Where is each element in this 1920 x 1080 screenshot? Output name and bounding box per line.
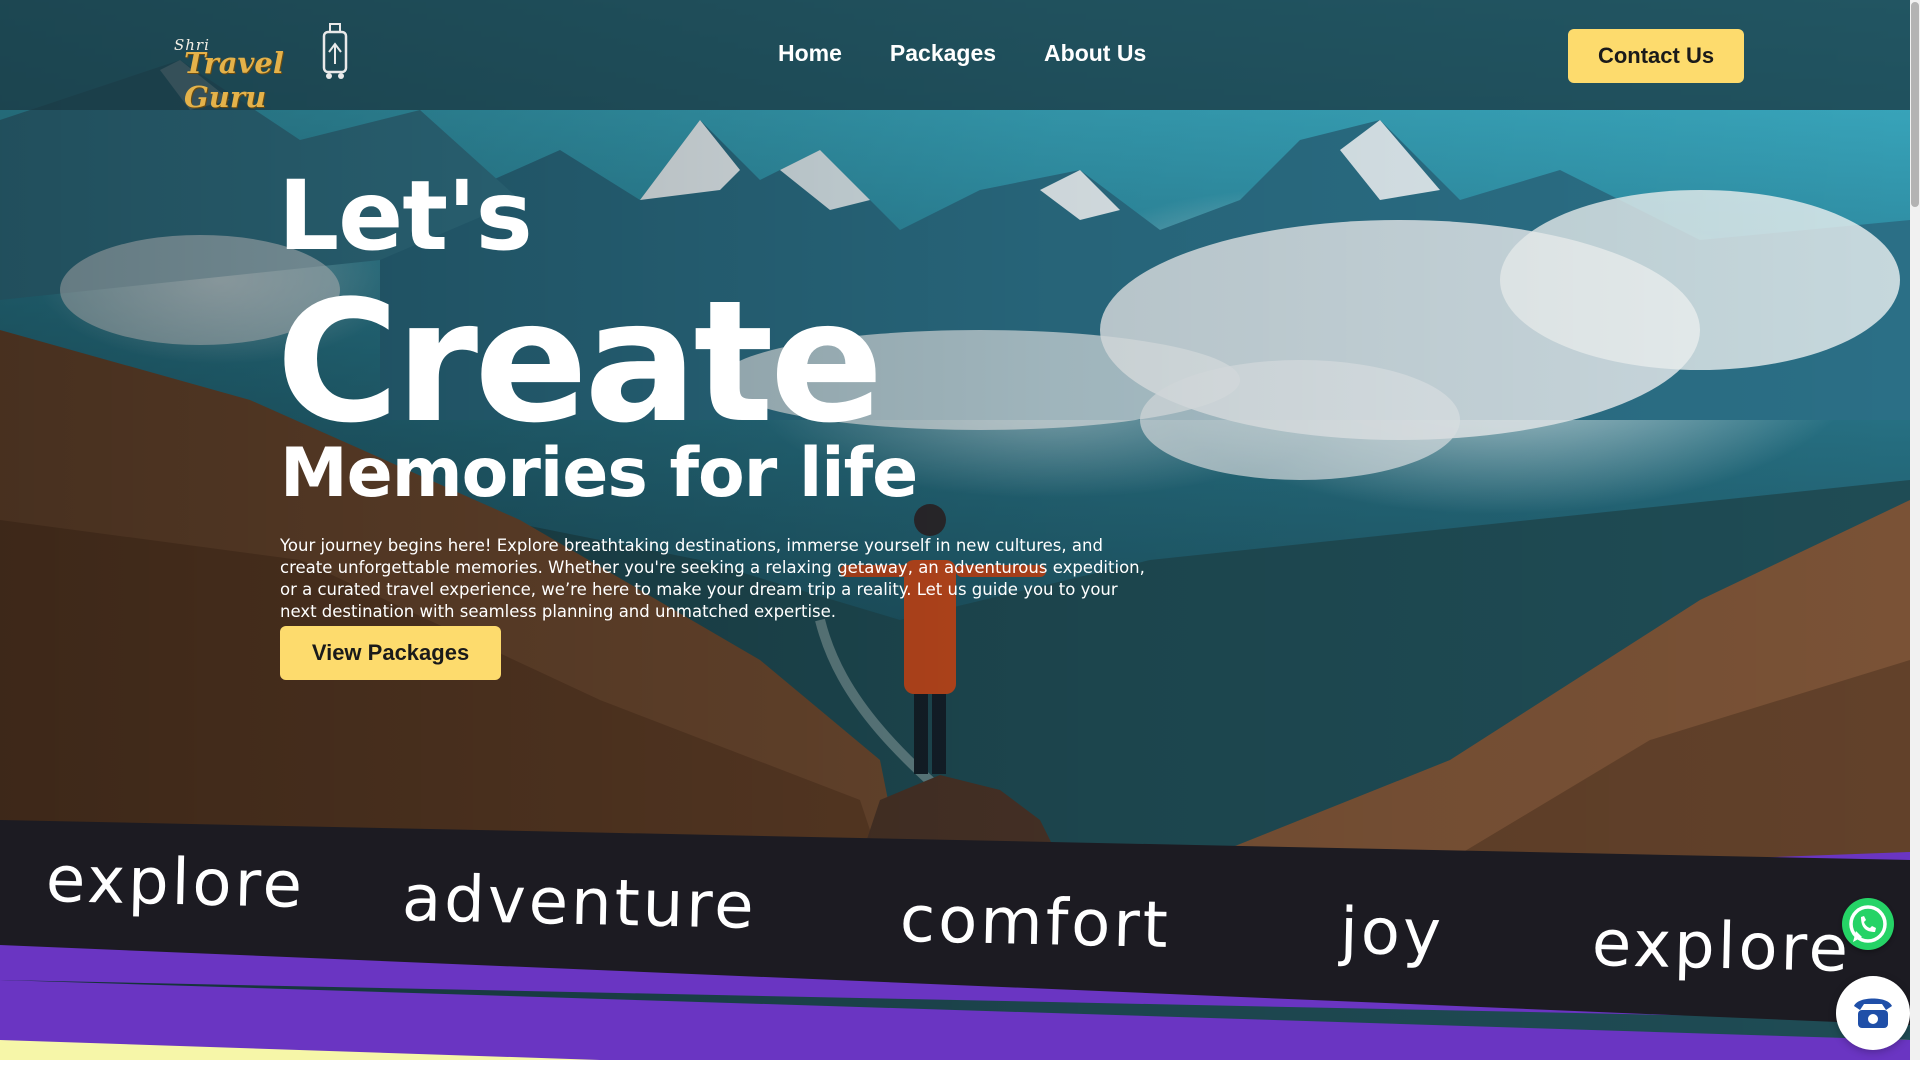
telephone-icon [1854, 998, 1892, 1028]
view-packages-button[interactable]: View Packages [280, 626, 501, 680]
nav-about-us[interactable]: About Us [1044, 40, 1146, 67]
ribbon-word: joy [1339, 894, 1445, 972]
top-navbar: Shri Travel Guru Home Packages About Us … [0, 0, 1910, 114]
hero-heading-line2: Create [276, 264, 884, 460]
whatsapp-button[interactable] [1842, 898, 1894, 950]
ribbon-word: explore [45, 843, 306, 923]
nav-packages[interactable]: Packages [890, 40, 996, 67]
whatsapp-icon [1849, 905, 1887, 943]
keyword-ribbon: explore adventure comfort joy explore [0, 820, 1910, 1060]
contact-us-button[interactable]: Contact Us [1568, 29, 1744, 83]
ribbon-word: explore [1591, 907, 1852, 987]
luggage-icon [322, 23, 348, 79]
page-bottom-strip [0, 1060, 1920, 1080]
site-logo[interactable]: Shri Travel Guru [170, 22, 360, 114]
main-nav: Home Packages About Us [778, 40, 1146, 67]
ribbon-word: adventure [401, 861, 758, 945]
hero-heading-line3: Memories for life [280, 434, 918, 513]
page-scrollbar-thumb[interactable] [1911, 2, 1919, 207]
phone-call-button[interactable] [1836, 976, 1910, 1050]
nav-home[interactable]: Home [778, 40, 842, 67]
ribbon-word: comfort [899, 882, 1172, 964]
hero-description: Your journey begins here! Explore breath… [280, 535, 1145, 621]
hero-heading-line1: Let's [278, 160, 533, 272]
